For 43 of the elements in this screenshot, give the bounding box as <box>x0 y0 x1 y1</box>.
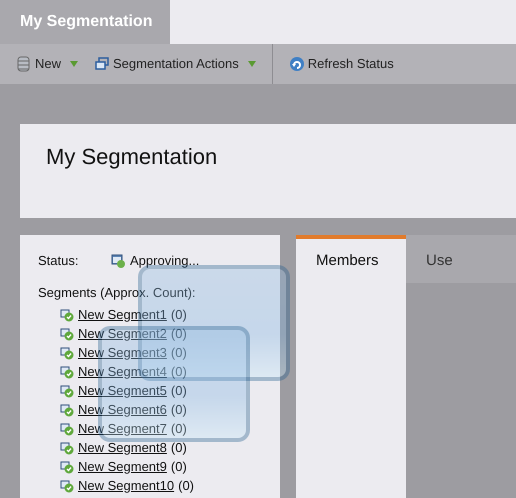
segment-count: (0) <box>170 420 187 438</box>
segment-count: (0) <box>170 306 187 324</box>
segment-icon <box>60 440 74 454</box>
toolbar-button[interactable]: Segmentation Actions <box>78 44 256 84</box>
segment-icon <box>60 384 74 398</box>
segment-link[interactable]: New Segment3 <box>78 342 167 362</box>
segments-heading: Segments (Approx. Count): <box>38 284 197 302</box>
segment-count: (0) <box>170 438 187 457</box>
status-value: Approving... <box>130 252 200 270</box>
status-icon <box>110 252 126 269</box>
segment-count: (0) <box>170 458 187 476</box>
page-title: My Segmentation <box>20 124 516 218</box>
toolbar-button[interactable]: New <box>0 44 78 84</box>
segment-count: (0) <box>170 324 187 343</box>
segment-count: (0) <box>178 476 194 495</box>
segment-link[interactable]: New Segment8 <box>78 438 167 458</box>
segment-link[interactable]: New Segment1 <box>78 304 167 324</box>
database-icon <box>16 56 32 72</box>
segment-count: (0) <box>170 362 187 381</box>
segment-link[interactable]: New Segment6 <box>78 400 167 420</box>
segment-icon <box>60 364 74 378</box>
segment-count: (0) <box>170 382 187 400</box>
detail-tab[interactable]: Use <box>406 235 516 283</box>
windows-icon <box>94 56 110 72</box>
segment-icon <box>60 308 74 322</box>
segment-icon <box>60 422 74 436</box>
segment-link[interactable]: New Segment2 <box>78 324 167 344</box>
segment-icon <box>60 402 74 416</box>
segment-icon <box>60 326 74 340</box>
segment-link[interactable]: New Segment9 <box>78 456 167 476</box>
segment-link[interactable]: New Segment4 <box>78 362 167 382</box>
toolbar-button[interactable]: Refresh Status <box>272 44 394 84</box>
refresh-icon <box>288 56 305 72</box>
status-label: Status: <box>38 252 80 270</box>
segment-icon <box>60 346 74 360</box>
segment-link[interactable]: New Segment7 <box>78 418 167 438</box>
segment-link[interactable]: New Segment5 <box>78 380 167 400</box>
segment-icon <box>60 460 74 474</box>
segment-count: (0) <box>170 400 187 419</box>
detail-tab[interactable]: Members <box>296 235 406 498</box>
segment-count: (0) <box>170 344 187 362</box>
segment-link[interactable]: New Segment10 <box>78 476 174 496</box>
segment-icon <box>60 478 74 492</box>
